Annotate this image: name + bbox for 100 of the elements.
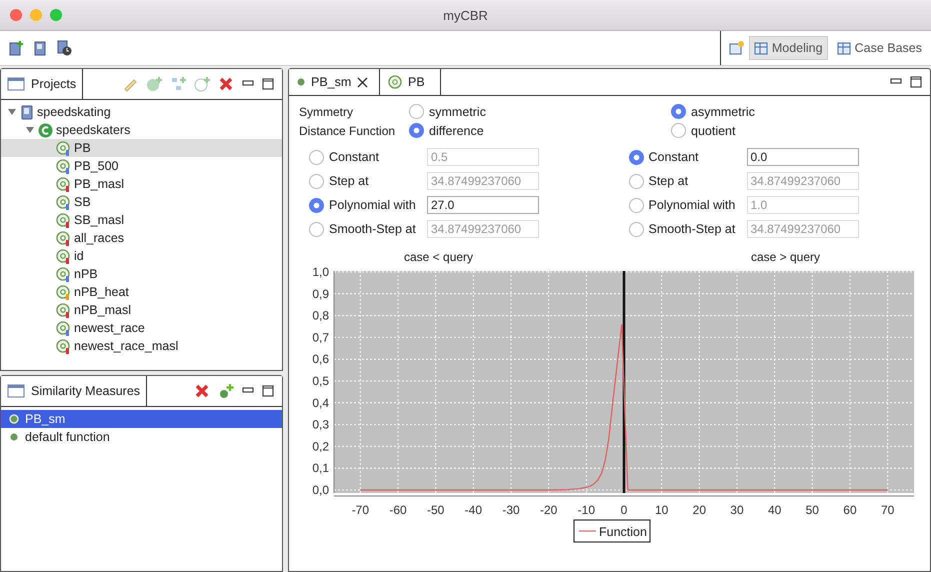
tree-item[interactable]: nPB_masl bbox=[1, 301, 282, 319]
minimize-icon[interactable] bbox=[242, 386, 254, 395]
book-icon bbox=[20, 104, 34, 120]
tree-item[interactable]: speedskaters bbox=[1, 121, 282, 139]
y-tick-label: 0,6 bbox=[312, 352, 329, 366]
window-title: myCBR bbox=[442, 8, 489, 22]
radio-button[interactable]: asymmetric bbox=[671, 104, 789, 119]
chart-heading: case > query bbox=[750, 250, 820, 264]
tree-item[interactable]: id bbox=[1, 247, 282, 265]
chart-legend: Function bbox=[574, 520, 650, 542]
perspective-button[interactable]: Modeling bbox=[748, 36, 828, 60]
y-tick-label: 0,4 bbox=[312, 396, 329, 410]
field-label: Distance Function bbox=[299, 124, 396, 138]
delete-icon[interactable] bbox=[194, 382, 210, 399]
radio-button[interactable]: Smooth-Step at bbox=[628, 222, 746, 236]
view-icon bbox=[7, 384, 25, 398]
attribute-icon bbox=[56, 212, 71, 228]
attribute-icon bbox=[388, 75, 402, 89]
project-clock-icon[interactable] bbox=[56, 40, 72, 56]
attribute-icon bbox=[56, 176, 71, 192]
minimize-icon[interactable] bbox=[242, 80, 254, 88]
view-icon bbox=[7, 77, 25, 91]
legend-label: Function bbox=[599, 525, 647, 539]
minimize-icon[interactable] bbox=[890, 78, 902, 86]
tree-item[interactable]: newest_race bbox=[1, 319, 282, 337]
tree-item[interactable]: nPB_heat bbox=[1, 283, 282, 301]
tree-item[interactable]: SB_masl bbox=[1, 211, 282, 229]
y-tick-label: 1,0 bbox=[312, 265, 329, 279]
radio-button[interactable]: Constant bbox=[309, 150, 427, 164]
delete-icon[interactable] bbox=[218, 76, 234, 92]
radio-button[interactable]: Polynomial with bbox=[309, 198, 427, 212]
maximize-icon[interactable] bbox=[262, 384, 274, 397]
tree-item[interactable]: speedskating bbox=[1, 103, 282, 121]
y-tick-label: 0,8 bbox=[312, 308, 329, 323]
x-tick-label: 40 bbox=[768, 503, 782, 517]
x-tick-label: 60 bbox=[843, 503, 857, 517]
y-tick-label: 0,2 bbox=[312, 439, 329, 454]
x-tick-label: -10 bbox=[578, 503, 595, 517]
x-tick-label: -50 bbox=[427, 503, 444, 517]
close-icon[interactable] bbox=[357, 76, 368, 88]
view-tab[interactable]: Similarity Measures bbox=[1, 376, 148, 406]
add-measure-icon[interactable] bbox=[218, 382, 234, 399]
radio-button[interactable]: Polynomial with bbox=[628, 198, 746, 212]
x-tick-label: 0 bbox=[620, 503, 628, 517]
measure-item[interactable]: PB_sm bbox=[1, 410, 282, 428]
table-icon bbox=[836, 42, 851, 54]
y-tick-label: 0,7 bbox=[312, 330, 329, 344]
attribute-icon bbox=[56, 338, 71, 354]
attribute-icon bbox=[56, 230, 71, 246]
tree-item[interactable]: PB_masl bbox=[1, 175, 282, 193]
tree-item[interactable]: nPB bbox=[1, 265, 282, 283]
close-window-button[interactable] bbox=[10, 9, 22, 21]
x-tick-label: -40 bbox=[464, 503, 482, 517]
view-tab[interactable]: Projects bbox=[1, 69, 84, 99]
y-tick-label: 0,3 bbox=[312, 418, 329, 432]
value-field[interactable]: 0.0 bbox=[746, 148, 858, 166]
radio-button[interactable]: difference bbox=[409, 123, 527, 138]
radio-button[interactable]: Step at bbox=[309, 174, 427, 188]
tree-item[interactable]: SB bbox=[1, 193, 282, 211]
attribute-icon bbox=[56, 302, 71, 318]
x-tick-label: 30 bbox=[730, 503, 744, 517]
tree-item[interactable]: all_races bbox=[1, 229, 282, 247]
attribute-icon bbox=[56, 158, 71, 174]
open-project-icon[interactable] bbox=[32, 40, 48, 56]
class-icon bbox=[38, 122, 53, 138]
radio-button[interactable]: quotient bbox=[671, 123, 789, 138]
y-tick-label: 0,5 bbox=[312, 374, 329, 388]
x-tick-label: 10 bbox=[654, 503, 668, 517]
x-tick-label: 50 bbox=[806, 503, 819, 517]
attribute-icon bbox=[56, 320, 71, 336]
x-tick-label: -20 bbox=[540, 503, 558, 517]
x-tick-label: 20 bbox=[692, 503, 706, 517]
maximize-icon[interactable] bbox=[910, 76, 922, 88]
attribute-icon bbox=[56, 284, 71, 300]
x-tick-label: -70 bbox=[352, 503, 370, 517]
radio-button[interactable]: symmetric bbox=[409, 104, 527, 119]
editor-tab[interactable]: PB_sm bbox=[289, 69, 380, 95]
y-tick-label: 0,1 bbox=[312, 461, 329, 476]
x-tick-label: 70 bbox=[880, 503, 894, 517]
x-tick-label: -30 bbox=[502, 503, 520, 517]
attribute-icon bbox=[56, 194, 71, 210]
open-perspective-icon[interactable] bbox=[728, 40, 745, 56]
value-field[interactable]: 27.0 bbox=[427, 196, 539, 214]
field-label: Symmetry bbox=[299, 104, 354, 118]
radio-button[interactable]: Smooth-Step at bbox=[309, 222, 427, 236]
dot-icon bbox=[9, 414, 19, 424]
maximize-icon[interactable] bbox=[262, 78, 274, 90]
radio-button[interactable]: Step at bbox=[628, 174, 746, 188]
tree-item[interactable]: newest_race_masl bbox=[1, 337, 282, 355]
y-tick-label: 0,9 bbox=[312, 286, 329, 301]
perspective-button[interactable]: Case Bases bbox=[832, 36, 927, 60]
tree-item[interactable]: PB_500 bbox=[1, 157, 282, 175]
measure-item[interactable]: default function bbox=[1, 428, 282, 446]
new-project-icon[interactable] bbox=[8, 40, 24, 56]
dot-icon bbox=[297, 78, 305, 86]
radio-button[interactable]: Constant bbox=[628, 150, 746, 164]
tree-item[interactable]: PB bbox=[1, 139, 282, 157]
attribute-icon bbox=[56, 248, 71, 264]
y-tick-label: 0,0 bbox=[312, 483, 329, 497]
x-tick-label: -60 bbox=[389, 503, 407, 517]
